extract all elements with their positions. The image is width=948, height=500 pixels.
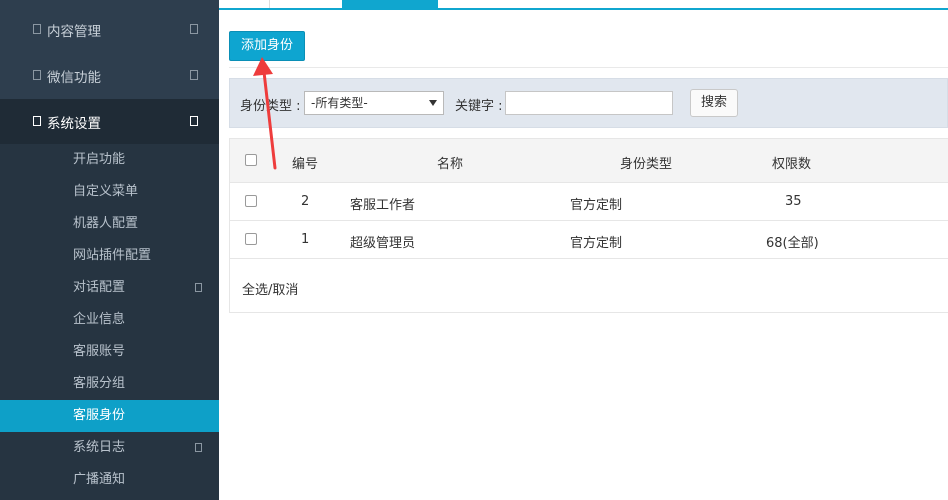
header-type: 身份类型 (620, 157, 673, 172)
role-type-select[interactable]: -所有类型- (304, 91, 444, 115)
square-icon (33, 70, 41, 80)
main-content: 添加身份 身份类型 : -所有类型- 关键字 : 搜索 编号 名称 身份类型 权… (219, 10, 948, 500)
sidebar-group-settings[interactable]: 系统设置 (0, 99, 219, 145)
filter-bar: 身份类型 : -所有类型- 关键字 : 搜索 (229, 78, 948, 128)
cell-type: 官方定制 (570, 236, 623, 251)
sidebar-submenu: 开启功能 自定义菜单 机器人配置 网站插件配置 对话配置 企业信息 客服账号 客… (0, 144, 219, 500)
cell-name: 客服工作者 (350, 198, 416, 213)
sidebar-item-label: 广播通知 (73, 472, 126, 487)
sidebar-item-label: 开启功能 (73, 152, 126, 167)
cell-id: 1 (301, 232, 310, 247)
header-perms: 权限数 (772, 157, 812, 172)
sidebar-item-agent-groups[interactable]: 客服分组 (0, 368, 219, 400)
caret-down-icon (429, 100, 437, 106)
keyword-input[interactable] (505, 91, 673, 115)
tab-strip (219, 0, 948, 10)
tab-divider (269, 0, 270, 8)
keyword-label: 关键字 : (455, 99, 503, 114)
sidebar-item-broadcast[interactable]: 广播通知 (0, 464, 219, 496)
table-header: 编号 名称 身份类型 权限数 (230, 139, 948, 183)
role-type-label: 身份类型 : (240, 99, 301, 114)
sidebar-group-label: 微信功能 (47, 70, 101, 86)
sidebar-group-label: 内容管理 (47, 24, 101, 40)
square-icon (33, 24, 41, 34)
sidebar-item-enable-features[interactable]: 开启功能 (0, 144, 219, 176)
role-type-value: -所有类型- (311, 96, 368, 110)
tab-active[interactable] (342, 0, 438, 10)
sidebar-group-content[interactable]: 内容管理 (0, 7, 219, 53)
cell-perms: 35 (785, 194, 802, 209)
cell-type: 官方定制 (570, 198, 623, 213)
roles-table: 编号 名称 身份类型 权限数 2 客服工作者 官方定制 35 1 超级管理员 官… (229, 138, 948, 313)
square-icon (33, 116, 41, 126)
row-checkbox[interactable] (245, 195, 257, 207)
sidebar-item-label: 机器人配置 (73, 216, 139, 231)
expand-icon (190, 70, 198, 80)
cell-id: 2 (301, 194, 310, 209)
sidebar-item-label: 客服分组 (73, 376, 126, 391)
table-row: 2 客服工作者 官方定制 35 (230, 183, 948, 221)
select-all-toggle-link[interactable]: 全选/取消 (242, 279, 298, 298)
table-footer: 全选/取消 (230, 259, 948, 313)
sidebar-item-dialog-config[interactable]: 对话配置 (0, 272, 219, 304)
sidebar-item-label: 网站插件配置 (73, 248, 152, 263)
sidebar-item-system-log[interactable]: 系统日志 (0, 432, 219, 464)
sidebar-item-plugin-config[interactable]: 网站插件配置 (0, 240, 219, 272)
sidebar-item-label: 企业信息 (73, 312, 126, 327)
divider (229, 67, 948, 68)
sidebar-item-label: 自定义菜单 (73, 184, 139, 199)
table-row: 1 超级管理员 官方定制 68(全部) (230, 221, 948, 259)
sidebar-group-wechat[interactable]: 微信功能 (0, 53, 219, 99)
sidebar-item-label: 客服身份 (73, 408, 126, 423)
header-id: 编号 (292, 157, 319, 172)
collapse-icon (190, 116, 198, 126)
select-all-checkbox[interactable] (245, 154, 257, 166)
sidebar-item-robot-config[interactable]: 机器人配置 (0, 208, 219, 240)
sidebar-group-label: 系统设置 (47, 116, 101, 132)
search-button[interactable]: 搜索 (690, 89, 738, 117)
add-role-button[interactable]: 添加身份 (229, 31, 305, 61)
expand-icon (195, 443, 202, 452)
sidebar-item-label: 对话配置 (73, 280, 126, 295)
sidebar-item-company-info[interactable]: 企业信息 (0, 304, 219, 336)
expand-icon (190, 24, 198, 34)
expand-icon (195, 283, 202, 292)
sidebar-item-label: 客服账号 (73, 344, 126, 359)
cell-name: 超级管理员 (350, 236, 416, 251)
sidebar-item-custom-menu[interactable]: 自定义菜单 (0, 176, 219, 208)
cell-perms: 68(全部) (766, 236, 819, 251)
sidebar: 内容管理 微信功能 系统设置 开启功能 自定义菜单 机器人配置 网站插件配置 对… (0, 0, 219, 500)
sidebar-item-label: 系统日志 (73, 440, 126, 455)
sidebar-item-agent-roles[interactable]: 客服身份 (0, 400, 219, 432)
row-checkbox[interactable] (245, 233, 257, 245)
header-name: 名称 (437, 157, 464, 172)
sidebar-item-agent-accounts[interactable]: 客服账号 (0, 336, 219, 368)
